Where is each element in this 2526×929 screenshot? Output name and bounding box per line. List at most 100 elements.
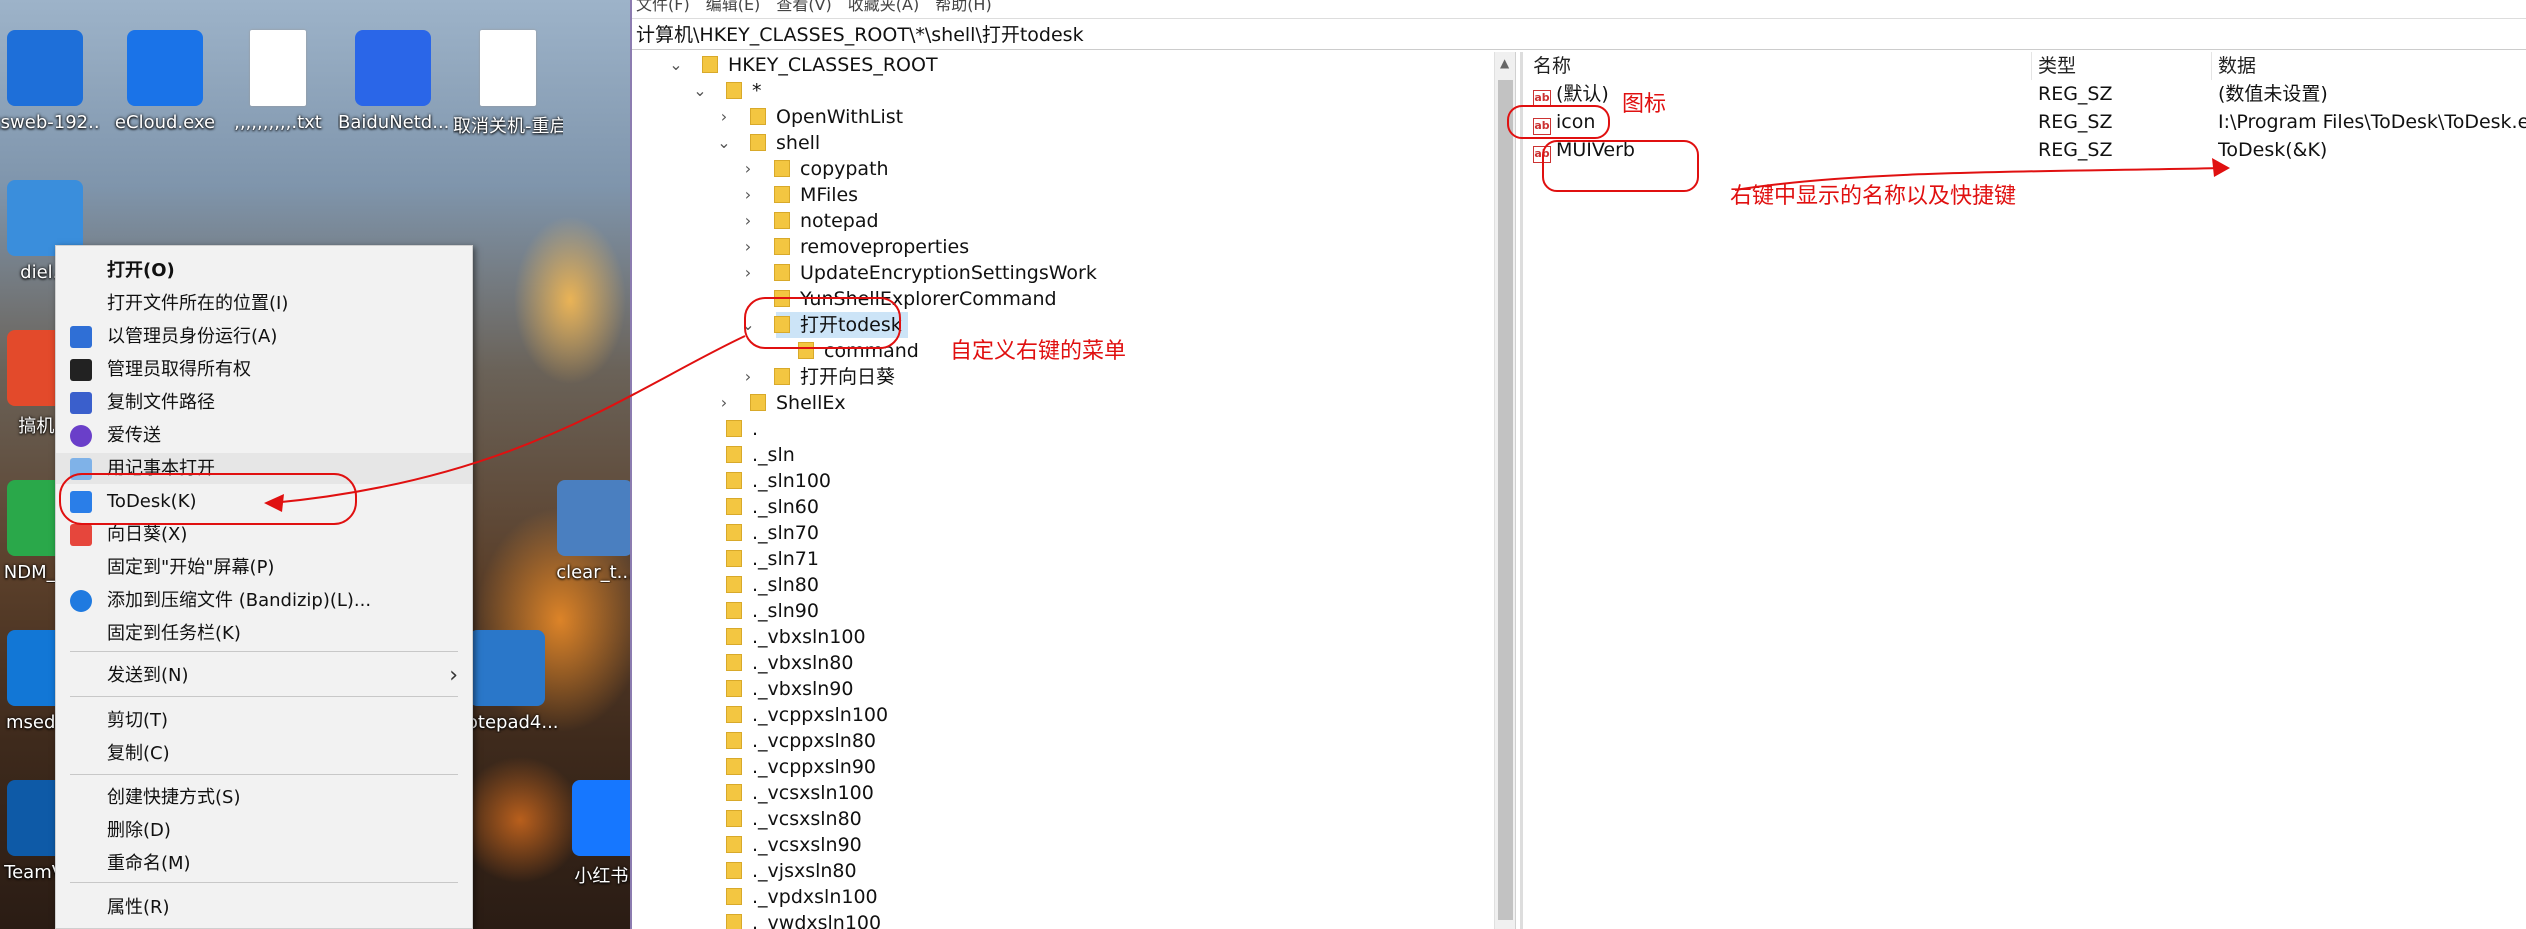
collapse-chevron-icon[interactable]: ⌄: [666, 52, 686, 78]
desktop-icon-image: [355, 30, 431, 106]
tree-node[interactable]: › OpenWithList: [721, 104, 903, 130]
context-menu-item[interactable]: 打开(O): [56, 255, 472, 286]
context-menu-item[interactable]: 管理员取得所有权: [56, 354, 472, 385]
context-menu-item[interactable]: 向日葵(X): [56, 519, 472, 550]
copy-path-icon: [70, 392, 92, 414]
tree-node[interactable]: ._vcsxsln80: [726, 806, 862, 832]
column-header-data[interactable]: 数据: [2212, 52, 2526, 80]
tree-node[interactable]: ⌄ *: [693, 78, 761, 104]
tree-node[interactable]: › MFiles: [745, 182, 858, 208]
menu-bar-item[interactable]: 文件(F): [636, 0, 690, 14]
tree-node[interactable]: .: [726, 416, 758, 442]
pane-splitter[interactable]: [1520, 52, 1523, 929]
expand-chevron-icon[interactable]: ›: [714, 104, 734, 130]
registry-value-row[interactable]: ab MUIVerb REG_SZ ToDesk(&K): [1527, 136, 2526, 164]
context-menu-item[interactable]: 固定到任务栏(K): [56, 618, 472, 649]
tree-node[interactable]: ⌄ HKEY_CLASSES_ROOT: [669, 52, 937, 78]
tree-node[interactable]: ._vcppxsln90: [726, 754, 876, 780]
menu-bar-item[interactable]: 收藏夹(A): [848, 0, 919, 14]
context-menu-item-label: 复制文件路径: [107, 392, 215, 413]
scroll-up-icon[interactable]: ▲: [1500, 56, 1509, 70]
context-menu-item[interactable]: 创建快捷方式(S): [56, 782, 472, 813]
registry-value-row[interactable]: ab (默认) REG_SZ (数值未设置): [1527, 80, 2526, 108]
expand-chevron-icon[interactable]: ›: [738, 234, 758, 260]
context-menu-item[interactable]: 用记事本打开: [56, 453, 472, 484]
tree-node-label: ShellEx: [776, 392, 846, 414]
tree-node[interactable]: ._vbxsln80: [726, 650, 854, 676]
tree-node[interactable]: ._vcsxsln100: [726, 780, 874, 806]
tree-node[interactable]: ._sln71: [726, 546, 819, 572]
desktop-icon[interactable]: 小红书...: [555, 780, 630, 888]
context-menu-item[interactable]: 发送到(N) ›: [56, 660, 472, 691]
tree-node[interactable]: ._sln80: [726, 572, 819, 598]
tree-node[interactable]: › copypath: [745, 156, 889, 182]
context-menu-item[interactable]: 属性(R): [56, 892, 472, 923]
tree-node[interactable]: ._vjsxsln80: [726, 858, 857, 884]
registry-value-row[interactable]: ab icon REG_SZ I:\Program Files\ToDesk\ToDe…: [1527, 108, 2526, 136]
tree-node[interactable]: ._vcsxsln90: [726, 832, 862, 858]
menu-bar-item[interactable]: 查看(V): [776, 0, 831, 14]
context-menu-item[interactable]: 复制文件路径: [56, 387, 472, 418]
collapse-chevron-icon[interactable]: ⌄: [690, 78, 710, 104]
tree-node-label: ._sln70: [752, 522, 819, 544]
tree-node[interactable]: › ShellEx: [721, 390, 846, 416]
folder-icon: [726, 914, 742, 929]
expand-chevron-icon[interactable]: ›: [738, 156, 758, 182]
expand-chevron-icon[interactable]: ›: [738, 208, 758, 234]
context-menu-item[interactable]: 以管理员身份运行(A): [56, 321, 472, 352]
context-menu-item[interactable]: 爱传送: [56, 420, 472, 451]
tree-node[interactable]: › notepad: [745, 208, 879, 234]
expand-chevron-icon[interactable]: ›: [738, 364, 758, 390]
context-menu-item[interactable]: 固定到"开始"屏幕(P): [56, 552, 472, 583]
tree-node[interactable]: ._sln70: [726, 520, 819, 546]
tree-node[interactable]: › UpdateEncryptionSettingsWork: [745, 260, 1097, 286]
tree-node[interactable]: ._sln90: [726, 598, 819, 624]
column-header-name[interactable]: 名称: [1527, 52, 2032, 80]
menu-bar-item[interactable]: 帮助(H): [935, 0, 992, 14]
tree-node[interactable]: ._vpdxsln100: [726, 884, 878, 910]
bandizip-icon: [70, 590, 92, 612]
folder-icon: [750, 394, 766, 411]
desktop-icon[interactable]: eCloud.exe: [110, 30, 220, 133]
context-menu-item[interactable]: 重命名(M): [56, 848, 472, 879]
desktop-icon[interactable]: 取消关机-重启 - 副本.c...: [453, 30, 563, 138]
tree-node[interactable]: ⌄ 打开todesk: [741, 312, 908, 338]
expand-chevron-icon[interactable]: ›: [738, 182, 758, 208]
desktop-icon[interactable]: xsweb-192...: [0, 30, 100, 133]
folder-icon: [726, 498, 742, 515]
sunflower-icon: [70, 524, 92, 546]
menu-bar-item[interactable]: 编辑(E): [706, 0, 761, 14]
context-menu-item[interactable]: ToDesk(K): [56, 486, 472, 517]
tree-node[interactable]: command: [798, 338, 919, 364]
context-menu-item[interactable]: 复制(C): [56, 738, 472, 769]
collapse-chevron-icon[interactable]: ⌄: [714, 130, 734, 156]
tree-node[interactable]: ._sln60: [726, 494, 819, 520]
address-bar[interactable]: 计算机\HKEY_CLASSES_ROOT\*\shell\打开todesk: [632, 18, 2526, 50]
desktop-icon[interactable]: ,,,,,,,,,,.txt: [223, 30, 333, 133]
tree-scrollbar[interactable]: ▲: [1494, 52, 1516, 929]
tree-node[interactable]: ._sln: [726, 442, 795, 468]
tree-node[interactable]: ._vcppxsln100: [726, 702, 888, 728]
tree-node[interactable]: ._vbxsln100: [726, 624, 866, 650]
tree-node[interactable]: ._vwdxsln100: [726, 910, 881, 929]
expand-chevron-icon[interactable]: ›: [738, 260, 758, 286]
column-header-type[interactable]: 类型: [2032, 52, 2212, 80]
desktop-icon[interactable]: clear_t...: [540, 480, 630, 583]
tree-node[interactable]: YunShellExplorerCommand: [774, 286, 1057, 312]
tree-node[interactable]: › 打开向日葵: [745, 364, 895, 390]
tree-node[interactable]: ._vbxsln90: [726, 676, 854, 702]
context-menu-item[interactable]: 打开文件所在的位置(I): [56, 288, 472, 319]
tree-node[interactable]: › removeproperties: [745, 234, 969, 260]
scrollbar-thumb[interactable]: [1498, 80, 1513, 920]
context-menu-item[interactable]: 剪切(T): [56, 705, 472, 736]
context-menu-item[interactable]: 删除(D): [56, 815, 472, 846]
desktop-icon[interactable]: BaiduNetd...: [338, 30, 448, 133]
tree-node[interactable]: ._sln100: [726, 468, 831, 494]
tree-node[interactable]: ⌄ shell: [717, 130, 820, 156]
tree-node[interactable]: ._vcppxsln80: [726, 728, 876, 754]
collapse-chevron-icon[interactable]: ⌄: [738, 312, 758, 338]
expand-chevron-icon[interactable]: ›: [714, 390, 734, 416]
folder-icon: [726, 550, 742, 567]
context-menu-item[interactable]: 添加到压缩文件 (Bandizip)(L)...: [56, 585, 472, 616]
folder-icon: [774, 212, 790, 229]
